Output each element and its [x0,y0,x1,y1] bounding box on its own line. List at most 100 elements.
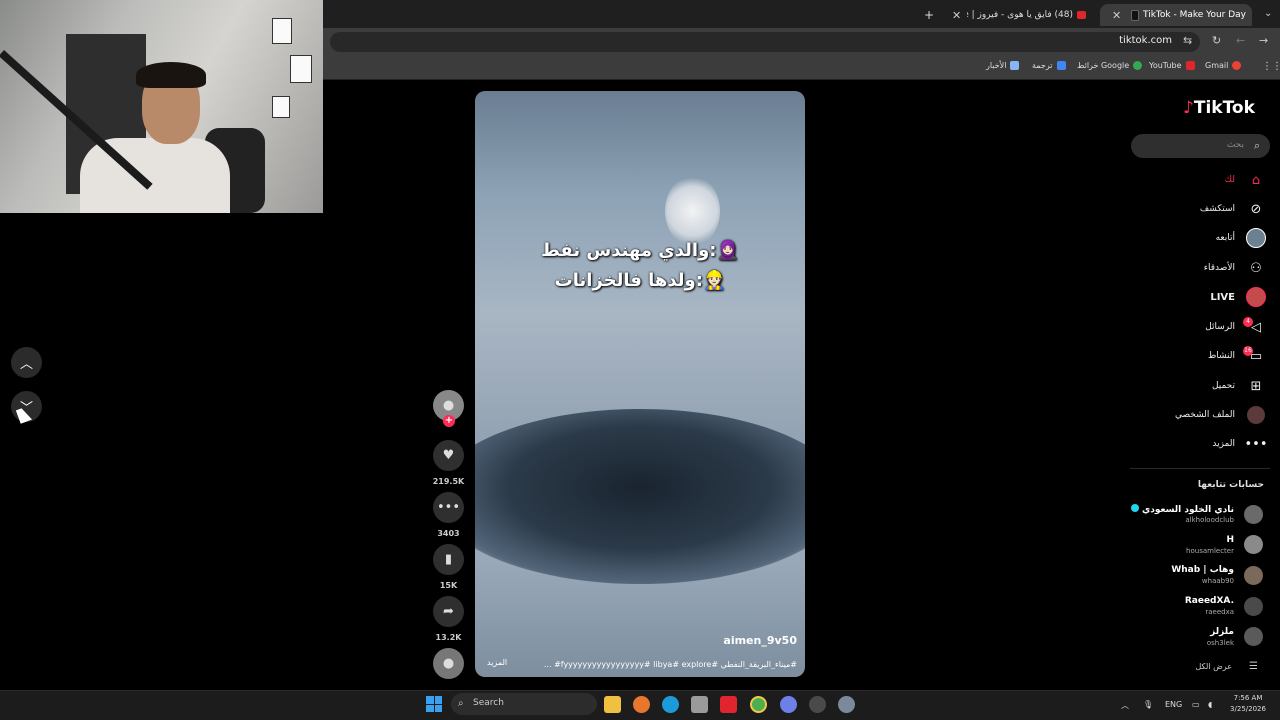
save-button[interactable]: ▮ [433,544,464,575]
description-more-link[interactable]: المزيد [487,658,507,667]
sidebar-item-following[interactable]: أتابعه [1216,233,1235,243]
network-icon[interactable]: ▭ [1192,700,1200,709]
following-avatar[interactable] [1244,535,1263,554]
bookmark-icon: ▮ [444,552,453,567]
following-username: housamlecter [1186,547,1234,555]
youtube-app-icon[interactable] [720,696,737,713]
sidebar-item-explore[interactable]: استكشف [1200,204,1235,214]
profile-icon[interactable] [1247,406,1265,424]
address-bar[interactable]: tiktok.com [330,32,1200,52]
tiktok-logo[interactable]: ♪TikTok [1183,98,1255,118]
following-name[interactable]: RaeedXA. [1185,596,1234,606]
microphone-icon[interactable]: 🎙 [1143,700,1153,709]
compass-icon[interactable]: ⊘ [1246,199,1266,219]
windows-start-icon[interactable] [426,696,442,712]
apps-grid-icon[interactable]: ⋮⋮ [1262,61,1280,72]
tab-tiktok[interactable]: ✕ TikTok - Make Your Day [1100,4,1252,26]
search-input[interactable]: بحث [1131,134,1270,158]
reload-icon[interactable]: ↻ [1212,34,1221,47]
share-button[interactable]: ➦ [433,596,464,627]
address-url: tiktok.com [1119,35,1172,46]
settings-gear-icon[interactable] [838,696,855,713]
search-icon[interactable]: ⌕ [1254,139,1260,153]
webcam-overlay [0,0,323,213]
following-avatar-icon[interactable] [1246,228,1266,248]
following-avatar[interactable] [1244,627,1263,646]
list-icon: ☰ [1249,661,1258,672]
bookmark-news[interactable]: الأخبار [986,61,1020,70]
video-author-username[interactable]: aimen_9v50 [723,634,797,647]
language-indicator[interactable]: ENG [1165,700,1182,709]
store-icon[interactable] [691,696,708,713]
bookmark-youtube[interactable]: YouTube [1149,61,1195,70]
search-placeholder: بحث [1226,140,1244,150]
sidebar-item-profile[interactable]: الملف الشخصي [1175,410,1235,420]
video-dark-shape [475,409,805,584]
webcam-poster [272,96,290,118]
bookmark-translate[interactable]: ترجمة [1032,61,1066,70]
following-name[interactable]: نادي الخلود السعودي [1131,504,1234,515]
news-icon [1010,61,1020,70]
taskbar-search[interactable]: Search [451,693,597,715]
sidebar-item-more[interactable]: المزيد [1212,439,1235,449]
gmail-icon [1232,61,1242,70]
bookmark-maps[interactable]: خرائط Google [1077,61,1143,70]
tray-chevron-up-icon[interactable]: ︿ [1121,700,1129,711]
sound-avatar[interactable]: ● [433,648,464,679]
chrome-icon[interactable] [750,696,767,713]
messages-badge: 4 [1243,317,1253,327]
see-all-link[interactable]: عرض الكل [1195,662,1232,671]
comment-button[interactable]: ••• [433,492,464,523]
back-icon[interactable]: → [1259,34,1268,47]
edge-icon[interactable] [662,696,679,713]
bookmark-gmail[interactable]: Gmail [1205,61,1242,70]
youtube-icon [1185,61,1195,70]
more-icon[interactable]: ••• [1245,434,1268,454]
following-avatar[interactable] [1244,597,1263,616]
tiktok-note-icon: ♪ [1183,98,1194,118]
taskbar-clock[interactable]: 7:56 AM 3/25/2026 [1222,693,1274,715]
video-player[interactable]: 🧕🏻:والدي مهندس نفط 👷🏻:ولدها فالخزانات ai… [475,91,805,677]
tab-close-icon[interactable]: ✕ [952,9,961,22]
following-name[interactable]: ملزلز [1210,627,1234,637]
following-name[interactable]: Whab | وهاب [1171,565,1234,575]
following-avatar[interactable] [1244,566,1263,585]
video-description: #ميناء_البريقة_النفطي #fyyyyyyyyyyyyyyyy… [543,660,797,669]
clock-date: 3/25/2026 [1230,705,1266,713]
following-avatar[interactable] [1244,505,1263,524]
sidebar-item-activity[interactable]: النشاط [1208,351,1235,361]
sidebar-item-for-you[interactable]: لك [1225,175,1235,185]
sidebar-item-upload[interactable]: تحميل [1212,381,1235,391]
site-settings-icon[interactable]: ⇆ [1183,34,1192,47]
sidebar-item-live[interactable]: LIVE [1210,292,1235,303]
tab-close-icon[interactable]: ✕ [1112,9,1121,22]
file-explorer-icon[interactable] [604,696,621,713]
live-icon[interactable] [1246,287,1266,307]
video-caption-line: 🧕🏻:والدي مهندس نفط [541,240,739,261]
chevron-up-icon: ︿ [19,357,33,372]
friends-icon[interactable]: ⚇ [1246,258,1266,278]
sidebar-item-friends[interactable]: الأصدقاء [1204,263,1235,273]
forward-icon[interactable]: ← [1236,34,1245,47]
share-count: 13.2K [435,633,462,642]
tab-youtube[interactable]: ✕ (48) فايق يا هوى - فيروز | YouTube [940,4,1096,26]
discord-icon[interactable] [780,696,797,713]
upload-icon[interactable]: ⊞ [1246,376,1266,396]
like-button[interactable]: ♥ [433,440,464,471]
bookmark-label: YouTube [1149,61,1182,70]
sidebar-item-messages[interactable]: الرسائل [1205,322,1235,332]
user-icon: ● [442,398,455,413]
app-icon[interactable] [809,696,826,713]
taskbar-search-label: Search [473,698,504,708]
bookmark-label: خرائط Google [1077,61,1130,70]
tab-label: (48) فايق يا هوى - فيروز | YouTube [967,10,1073,20]
follow-plus-button[interactable]: + [443,415,455,427]
firefox-icon[interactable] [633,696,650,713]
previous-video-button[interactable]: ︿ [11,347,42,378]
tab-search-chevron-icon[interactable]: ⌄ [1264,8,1272,19]
following-name[interactable]: H [1226,535,1234,545]
home-icon[interactable]: ⌂ [1246,170,1266,190]
volume-icon[interactable]: ◖ [1208,700,1212,709]
new-tab-button[interactable]: + [918,4,938,26]
webcam-poster [272,18,292,44]
